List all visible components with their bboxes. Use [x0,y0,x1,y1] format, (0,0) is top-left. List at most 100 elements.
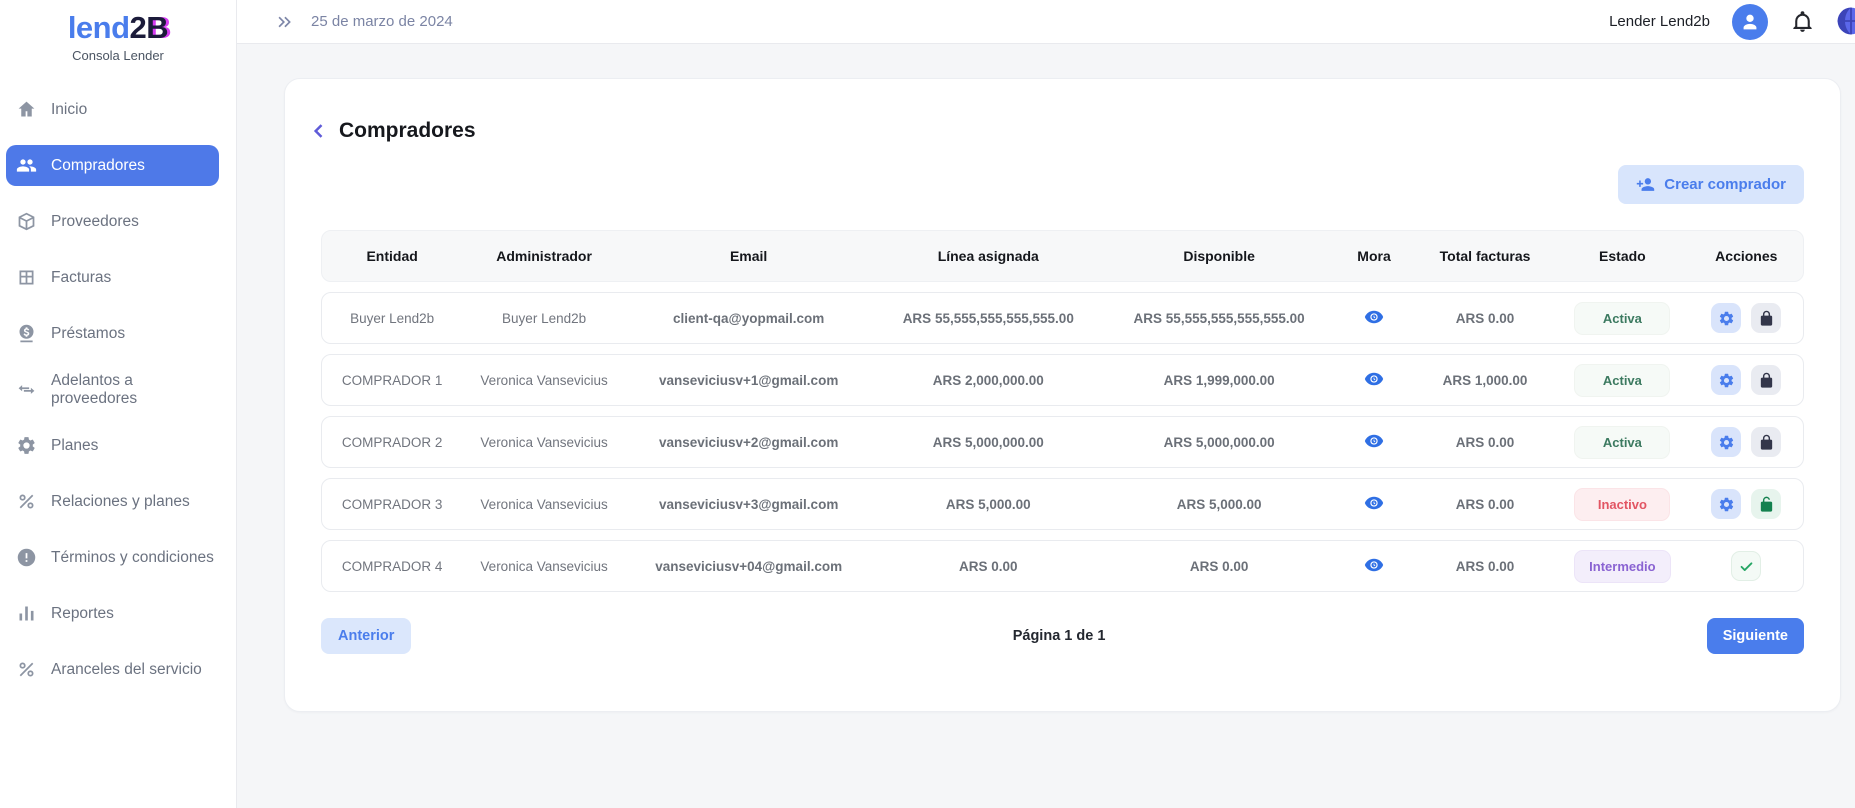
compradores-table: Entidad Administrador Email Línea asigna… [321,230,1804,592]
table-row: COMPRADOR 1 Veronica Vansevicius vansevi… [321,354,1804,406]
col-header-estado: Estado [1555,248,1689,264]
content-area: Compradores Crear comprador Entidad Admi… [237,44,1855,808]
sidebar-item-label: Planes [51,437,98,455]
cell-disponible: ARS 55,555,555,555,555.00 [1105,311,1333,326]
table-row: Buyer Lend2b Buyer Lend2b client-qa@yopm… [321,292,1804,344]
cell-linea-asignada: ARS 5,000.00 [871,497,1105,512]
sidebar-nav: Inicio Compradores Proveedores Facturas … [0,89,236,690]
cell-email: vanseviciusv+1@gmail.com [626,373,871,388]
gear-icon [1718,434,1735,451]
previous-page-button[interactable]: Anterior [321,618,411,654]
topbar: 25 de marzo de 2024 Lender Lend2b [237,0,1855,44]
sidebar-item-adelantos[interactable]: Adelantos a proveedores [6,369,219,410]
logo-subtitle: Consola Lender [0,48,236,63]
approve-button[interactable] [1731,551,1761,581]
cell-administrador: Veronica Vansevicius [462,435,626,450]
sidebar-item-planes[interactable]: Planes [6,425,219,466]
expand-sidebar-double-chevron-icon[interactable] [275,12,295,32]
lock-button[interactable] [1751,365,1781,395]
view-mora-button[interactable] [1364,555,1384,575]
percent-icon [16,659,37,680]
actions-row: Crear comprador [321,165,1804,204]
sidebar-item-relaciones[interactable]: Relaciones y planes [6,481,219,522]
view-mora-button[interactable] [1364,307,1384,327]
sidebar-item-prestamos[interactable]: Préstamos [6,313,219,354]
cell-linea-asignada: ARS 0.00 [871,559,1105,574]
person-icon [1739,11,1761,33]
sidebar-item-aranceles[interactable]: Aranceles del servicio [6,649,219,690]
cell-total-facturas: ARS 1,000.00 [1415,373,1555,388]
unlock-button[interactable] [1751,489,1781,519]
settings-button[interactable] [1711,489,1741,519]
sidebar-item-terminos[interactable]: Términos y condiciones [6,537,219,578]
compradores-card: Compradores Crear comprador Entidad Admi… [284,78,1841,712]
cell-entidad: COMPRADOR 2 [322,435,462,450]
globe-icon[interactable] [1835,5,1855,37]
col-header-entidad: Entidad [322,248,462,264]
cell-disponible: ARS 0.00 [1105,559,1333,574]
avatar[interactable] [1732,4,1768,40]
users-icon [16,155,37,176]
unlock-icon [1758,496,1775,513]
cell-total-facturas: ARS 0.00 [1415,435,1555,450]
topbar-left: 25 de marzo de 2024 [275,12,453,32]
create-comprador-button[interactable]: Crear comprador [1618,165,1804,204]
view-mora-button[interactable] [1364,493,1384,513]
cell-disponible: ARS 5,000,000.00 [1105,435,1333,450]
lock-button[interactable] [1751,427,1781,457]
cell-email: client-qa@yopmail.com [626,311,871,326]
lock-icon [1758,372,1775,389]
cell-entidad: COMPRADOR 4 [322,559,462,574]
status-badge: Activa [1574,302,1670,335]
table-row: COMPRADOR 4 Veronica Vansevicius vansevi… [321,540,1804,592]
brand-logo: lend2B [0,10,236,46]
sidebar-item-inicio[interactable]: Inicio [6,89,219,130]
sidebar-item-facturas[interactable]: Facturas [6,257,219,298]
eye-icon [1364,369,1384,389]
sidebar: lend2B Consola Lender Inicio Compradores… [0,0,237,808]
col-header-total-facturas: Total facturas [1415,248,1555,264]
sidebar-item-compradores[interactable]: Compradores [6,145,219,186]
sidebar-item-label: Proveedores [51,213,139,231]
sidebar-item-label: Relaciones y planes [51,493,190,511]
settings-button[interactable] [1711,427,1741,457]
cell-email: vanseviciusv+04@gmail.com [626,559,871,574]
table-row: COMPRADOR 2 Veronica Vansevicius vansevi… [321,416,1804,468]
cell-administrador: Buyer Lend2b [462,311,626,326]
sidebar-item-label: Reportes [51,605,114,623]
gear-icon [1718,372,1735,389]
logo-lend: lend [68,10,130,45]
logo: lend2B Consola Lender [0,10,236,63]
view-mora-button[interactable] [1364,369,1384,389]
cell-administrador: Veronica Vansevicius [462,497,626,512]
back-button[interactable] [309,121,329,141]
lock-icon [1758,434,1775,451]
next-page-button[interactable]: Siguiente [1707,618,1804,654]
sidebar-item-label: Términos y condiciones [51,549,214,567]
sidebar-item-label: Adelantos a proveedores [51,372,219,408]
sidebar-item-reportes[interactable]: Reportes [6,593,219,634]
col-header-acciones: Acciones [1690,248,1803,264]
status-badge: Inactivo [1574,488,1670,521]
settings-button[interactable] [1711,365,1741,395]
current-date: 25 de marzo de 2024 [311,13,453,30]
table-header-row: Entidad Administrador Email Línea asigna… [321,230,1804,282]
eye-icon [1364,307,1384,327]
col-header-mora: Mora [1333,248,1415,264]
title-row: Compradores [309,119,1804,143]
cell-administrador: Veronica Vansevicius [462,373,626,388]
sidebar-item-label: Facturas [51,269,111,287]
lock-button[interactable] [1751,303,1781,333]
sidebar-item-proveedores[interactable]: Proveedores [6,201,219,242]
pagination: Anterior Página 1 de 1 Siguiente [321,618,1804,654]
notifications-bell-icon[interactable] [1790,9,1815,34]
cell-disponible: ARS 1,999,000.00 [1105,373,1333,388]
sidebar-item-label: Aranceles del servicio [51,661,202,679]
table-row: COMPRADOR 3 Veronica Vansevicius vansevi… [321,478,1804,530]
settings-button[interactable] [1711,303,1741,333]
alert-circle-icon [16,547,37,568]
cell-email: vanseviciusv+2@gmail.com [626,435,871,450]
view-mora-button[interactable] [1364,431,1384,451]
main-area: 25 de marzo de 2024 Lender Lend2b [237,0,1855,808]
col-header-disponible: Disponible [1105,248,1333,264]
